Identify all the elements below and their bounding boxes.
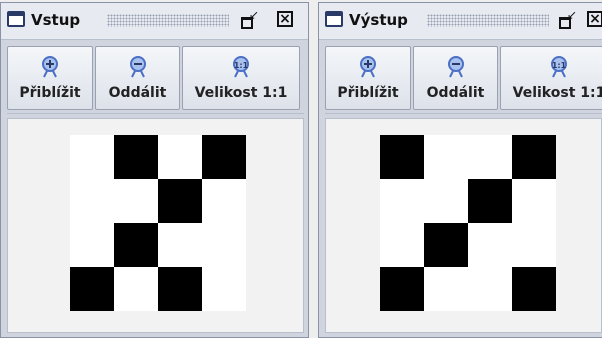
titlebar-grip <box>427 14 549 27</box>
pixel-r2-c3 <box>512 223 556 267</box>
image-panel <box>325 118 602 333</box>
toolbar: Přiblížit Oddálit 1:1 Velikost 1:1 <box>325 43 602 114</box>
window-title: Vstup <box>31 11 81 29</box>
pixel-r1-c3 <box>512 179 556 223</box>
pixel-r1-c2 <box>158 179 202 223</box>
actual-size-label: Velikost 1:1 <box>512 85 602 101</box>
pixel-r2-c0 <box>380 223 424 267</box>
actual-size-icon: 1:1 <box>233 56 249 78</box>
output-window: Výstup ↙ × Přiblížit Oddálit 1:1 Velikos… <box>318 2 602 338</box>
pixel-r1-c0 <box>380 179 424 223</box>
binary-image <box>70 135 246 311</box>
pixel-r0-c2 <box>158 135 202 179</box>
close-icon[interactable]: × <box>277 11 293 27</box>
pixel-r1-c0 <box>70 179 114 223</box>
close-icon[interactable]: × <box>587 11 602 27</box>
pixel-r2-c2 <box>468 223 512 267</box>
svg-text:1:1: 1:1 <box>552 61 567 70</box>
pixel-r0-c0 <box>70 135 114 179</box>
actual-size-label: Velikost 1:1 <box>194 85 288 101</box>
pixel-r0-c1 <box>114 135 158 179</box>
zoom-out-button[interactable]: Oddálit <box>95 46 180 110</box>
pixel-r2-c1 <box>424 223 468 267</box>
pixel-r0-c3 <box>202 135 246 179</box>
pixel-r0-c1 <box>424 135 468 179</box>
window-icon <box>325 11 343 27</box>
pixel-r3-c0 <box>380 267 424 311</box>
pixel-r0-c2 <box>468 135 512 179</box>
restore-icon[interactable]: ↙ <box>239 8 259 29</box>
pixel-r2-c0 <box>70 223 114 267</box>
pixel-r0-c3 <box>512 135 556 179</box>
window-icon <box>7 11 25 27</box>
pixel-r3-c2 <box>158 267 202 311</box>
zoom-in-icon <box>42 56 58 78</box>
pixel-r1-c3 <box>202 179 246 223</box>
actual-size-button[interactable]: 1:1 Velikost 1:1 <box>182 46 300 110</box>
pixel-r2-c2 <box>158 223 202 267</box>
pixel-r2-c1 <box>114 223 158 267</box>
pixel-r2-c3 <box>202 223 246 267</box>
input-window: Vstup ↙ × Přiblížit Oddálit 1:1 Velikost… <box>0 2 309 338</box>
pixel-r3-c1 <box>424 267 468 311</box>
pixel-r1-c2 <box>468 179 512 223</box>
actual-size-button[interactable]: 1:1 Velikost 1:1 <box>500 46 602 110</box>
zoom-out-button[interactable]: Oddálit <box>413 46 498 110</box>
zoom-out-label: Oddálit <box>108 85 167 101</box>
svg-text:1:1: 1:1 <box>234 61 249 70</box>
zoom-out-icon <box>129 56 146 78</box>
zoom-in-label: Přiblížit <box>19 85 81 101</box>
pixel-r3-c3 <box>512 267 556 311</box>
binary-image <box>380 135 556 311</box>
pixel-r1-c1 <box>424 179 468 223</box>
pixel-r1-c1 <box>114 179 158 223</box>
pixel-r0-c0 <box>380 135 424 179</box>
pixel-r3-c3 <box>202 267 246 311</box>
pixel-r3-c2 <box>468 267 512 311</box>
actual-size-icon: 1:1 <box>551 56 567 78</box>
zoom-in-label: Přiblížit <box>337 85 399 101</box>
input-window-titlebar[interactable]: Vstup ↙ × <box>1 3 308 40</box>
zoom-in-button[interactable]: Přiblížit <box>7 46 93 110</box>
titlebar-grip <box>107 14 229 27</box>
window-title: Výstup <box>349 11 408 29</box>
zoom-out-icon <box>447 56 464 78</box>
restore-icon[interactable]: ↙ <box>557 8 577 29</box>
toolbar: Přiblížit Oddálit 1:1 Velikost 1:1 <box>7 43 304 114</box>
zoom-out-label: Oddálit <box>426 85 485 101</box>
image-panel <box>7 118 304 333</box>
output-window-titlebar[interactable]: Výstup ↙ × <box>319 3 602 40</box>
pixel-r3-c0 <box>70 267 114 311</box>
zoom-in-icon <box>360 56 376 78</box>
zoom-in-button[interactable]: Přiblížit <box>325 46 411 110</box>
pixel-r3-c1 <box>114 267 158 311</box>
